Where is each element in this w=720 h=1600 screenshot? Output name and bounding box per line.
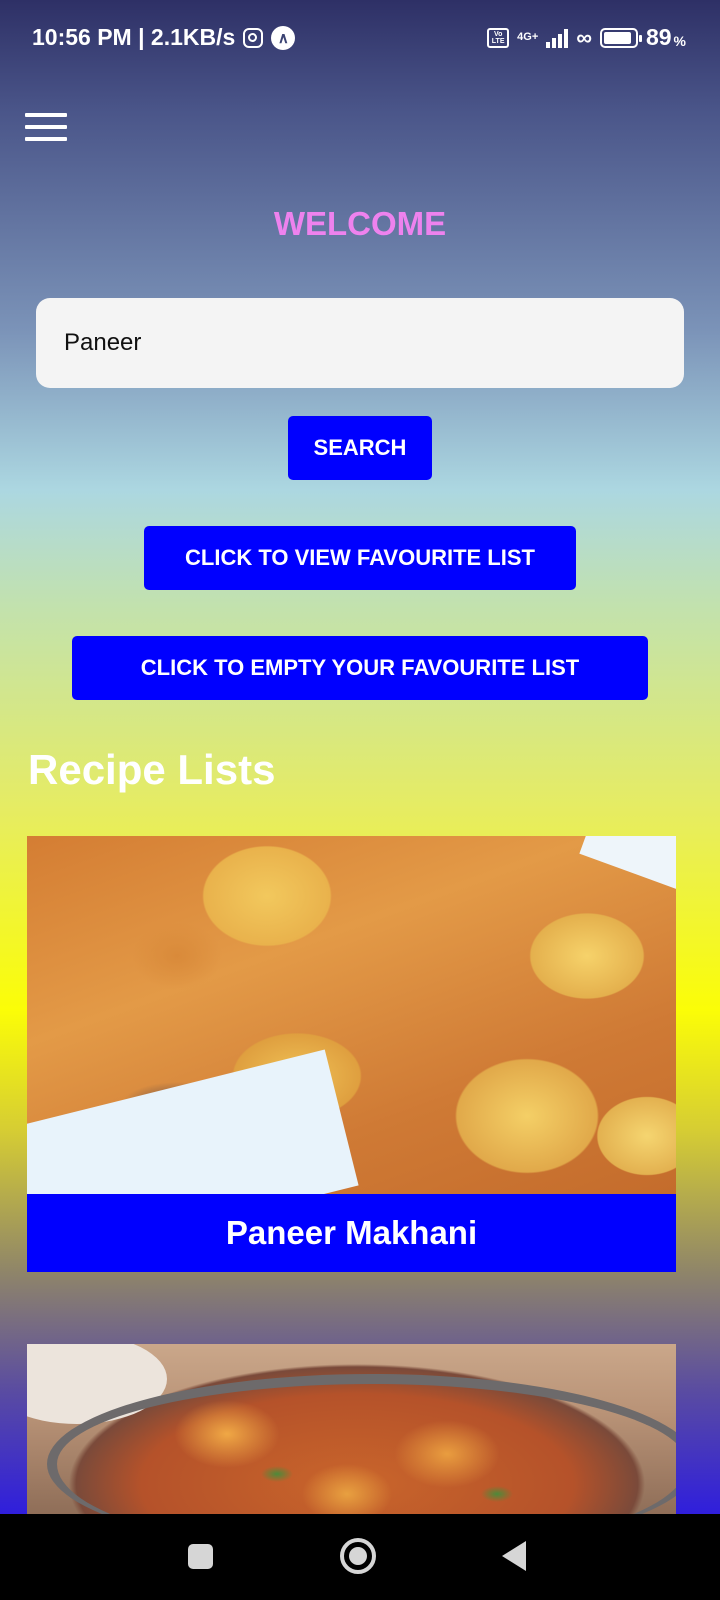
home-icon[interactable] [340,1538,376,1574]
recipe-lists-heading: Recipe Lists [28,746,276,793]
instagram-icon [243,27,264,48]
status-left: 10:56 PM | 2.1KB/s ∧ [32,24,296,51]
volte-icon: Vo LTE [487,27,510,48]
empty-favourite-list-button[interactable]: CLICK TO EMPTY YOUR FAVOURITE LIST [72,636,648,700]
time-speed-text: 10:56 PM | 2.1KB/s [32,24,236,50]
hamburger-menu-icon[interactable] [25,113,67,143]
recipe-image [27,836,676,1194]
search-input[interactable] [36,298,684,388]
view-favourite-list-button[interactable]: CLICK TO VIEW FAVOURITE LIST [144,526,576,590]
recipe-name: Paneer Makhani [27,1194,676,1272]
battery-unit-text: % [673,32,686,49]
navigation-bar [0,1514,720,1600]
a-app-icon: ∧ [271,25,296,50]
network-type-text: 4G+ [517,31,539,43]
recipe-card[interactable] [27,1344,676,1514]
welcome-title: WELCOME [273,205,447,242]
recipe-card[interactable]: Paneer Makhani [27,836,676,1272]
signal-icon [546,28,569,48]
battery-percent-text: 89 [645,24,672,50]
status-bar: 10:56 PM | 2.1KB/s ∧ Vo LTE 4G+ ∞ 89 % [0,0,720,78]
recipe-image [27,1344,676,1514]
search-button[interactable]: SEARCH [288,416,432,480]
recent-apps-icon[interactable] [188,1544,213,1569]
status-right: Vo LTE 4G+ ∞ 89 % [487,24,686,51]
battery-icon [599,27,642,48]
link-icon: ∞ [576,24,592,50]
back-icon[interactable] [502,1541,526,1571]
